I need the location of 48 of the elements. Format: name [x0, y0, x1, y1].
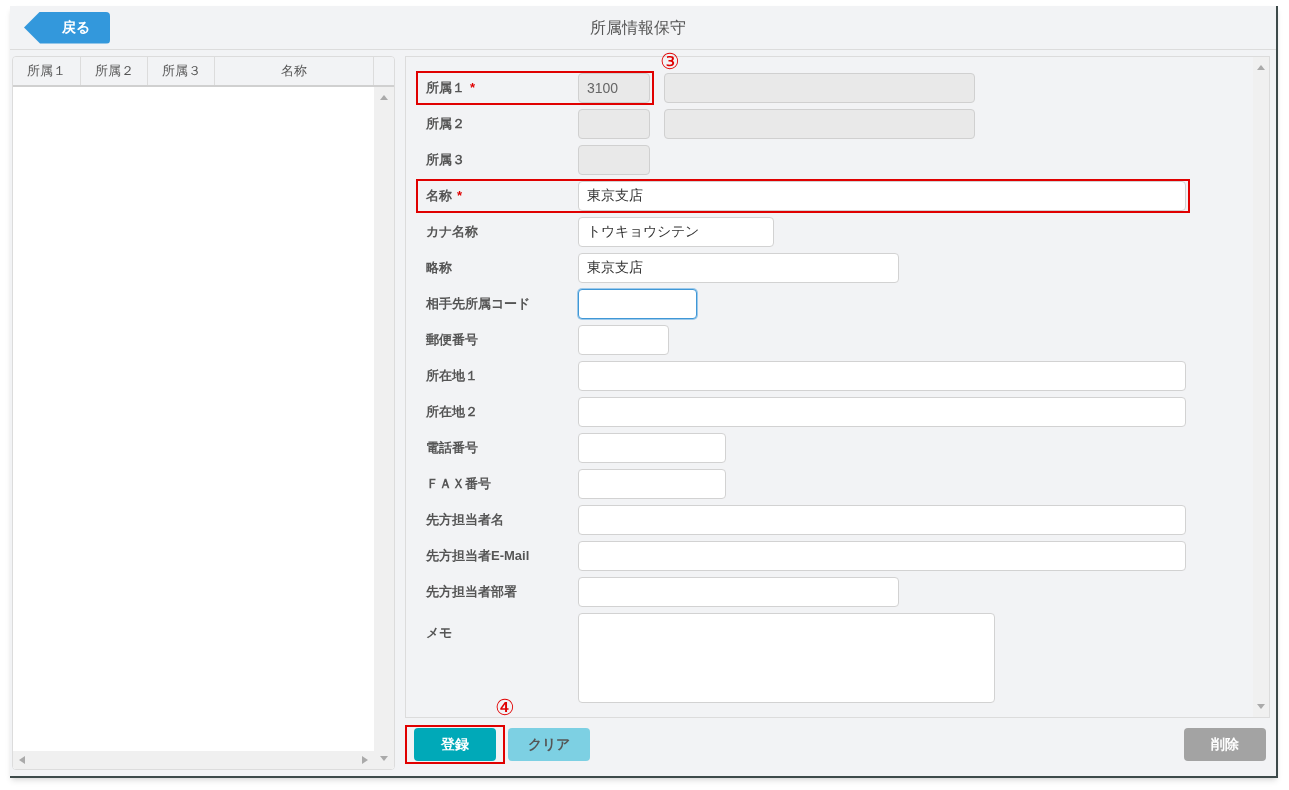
input-field[interactable]: [578, 577, 899, 607]
field-label: 先方担当者E-Mail: [426, 547, 530, 566]
required-mark: *: [457, 187, 463, 206]
scroll-up-icon[interactable]: [380, 95, 388, 100]
window-title: 所属情報保守: [590, 17, 686, 38]
scroll-down-icon[interactable]: [1257, 704, 1265, 709]
field-label: カナ名称: [426, 223, 478, 242]
input-field[interactable]: [578, 325, 669, 355]
input-field[interactable]: トウキョウシテン: [578, 217, 774, 247]
field-label: 所属１: [426, 79, 465, 98]
scroll-left-icon[interactable]: [19, 756, 25, 764]
annotation-number: ③: [660, 51, 680, 73]
input-field[interactable]: [578, 433, 726, 463]
input-field[interactable]: [578, 505, 1186, 535]
column-header[interactable]: 所属３: [148, 57, 215, 85]
scroll-down-icon[interactable]: [380, 756, 388, 761]
field-label: 所属２: [426, 115, 465, 134]
field-label: 所在地１: [426, 367, 478, 386]
column-header[interactable]: 所属１: [13, 57, 81, 85]
field-label: ＦＡＸ番号: [426, 475, 491, 494]
field-label: 所在地２: [426, 403, 478, 422]
field-label: 略称: [426, 259, 452, 278]
field-label: 郵便番号: [426, 331, 478, 350]
required-mark: *: [470, 79, 476, 98]
input-field[interactable]: [578, 397, 1186, 427]
column-header[interactable]: 名称: [215, 57, 374, 85]
scroll-right-icon[interactable]: [362, 756, 368, 764]
field-label: 所属３: [426, 151, 465, 170]
field-label: 先方担当者名: [426, 511, 504, 530]
input-field[interactable]: [578, 289, 697, 319]
annotation-number: ④: [495, 696, 515, 719]
field-label: 電話番号: [426, 439, 478, 458]
field-label: 先方担当者部署: [426, 583, 517, 602]
scroll-up-icon[interactable]: [1257, 65, 1265, 70]
field-label: 相手先所属コード: [426, 295, 530, 314]
field-label: メモ: [426, 624, 452, 643]
input-field[interactable]: [578, 361, 1186, 391]
horizontal-scrollbar[interactable]: [13, 751, 374, 769]
field-label: 名称: [426, 187, 452, 206]
action-button[interactable]: クリア: [508, 727, 590, 761]
input-field[interactable]: 東京支店: [578, 181, 1186, 211]
vertical-scrollbar[interactable]: [1253, 57, 1269, 717]
input-field[interactable]: [578, 469, 726, 499]
memo-field[interactable]: [578, 613, 995, 703]
column-header[interactable]: 所属２: [81, 57, 148, 85]
vertical-scrollbar[interactable]: [374, 87, 394, 769]
input-field[interactable]: [578, 541, 1186, 571]
input-field[interactable]: 東京支店: [578, 253, 899, 283]
